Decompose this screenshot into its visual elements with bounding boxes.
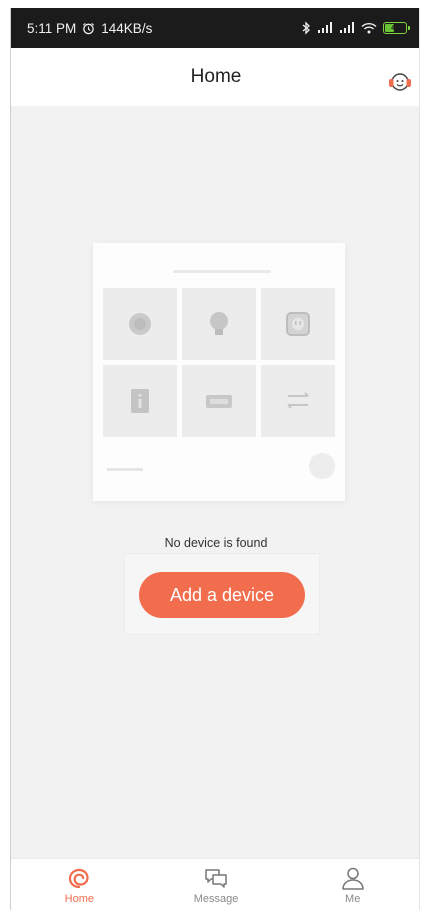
tab-me[interactable]: Me [284, 859, 419, 910]
smart-plug-icon [286, 312, 310, 336]
tab-me-label: Me [345, 893, 361, 905]
device-grid-illustration [103, 288, 335, 437]
illustration-cell [261, 288, 335, 360]
empty-devices-illustration [93, 243, 345, 501]
empty-state-message: No device is found [164, 536, 268, 550]
chat-bubbles-icon [205, 869, 227, 888]
network-speed: 144KB/s [101, 20, 153, 36]
illustration-button-dot [309, 453, 335, 479]
home-content: No device is found Add a device [11, 106, 419, 858]
tab-home-label: Home [64, 893, 94, 905]
illustration-cell [182, 288, 256, 360]
tab-home[interactable]: Home [11, 859, 148, 910]
home-swirl-icon [69, 868, 89, 889]
cellular-signal-icon [340, 22, 354, 33]
app-header: Home [11, 48, 419, 106]
light-bulb-icon [210, 312, 228, 335]
battery-indicator: 48 [383, 22, 410, 34]
cellular-signal-icon [318, 22, 332, 33]
page-title: Home [190, 66, 242, 87]
switch-icon [131, 389, 149, 413]
curtain-icon [287, 392, 309, 409]
status-bar: 5:11 PM 144KB/s 48 [11, 8, 419, 48]
illustration-caption-line [107, 468, 143, 471]
alarm-clock-icon [83, 22, 95, 34]
battery-level: 48 [391, 24, 399, 32]
illustration-cell [182, 365, 256, 437]
phone-screen: 5:11 PM 144KB/s 48 Home No device is fou… [10, 8, 420, 910]
tab-message-label: Message [193, 893, 239, 905]
customer-service-headset-icon[interactable] [387, 69, 413, 95]
status-time: 5:11 PM [27, 20, 77, 36]
illustration-title-line [173, 270, 271, 273]
add-device-container: Add a device [124, 553, 320, 635]
status-bar-right: 48 [302, 21, 410, 35]
illustration-cell [103, 288, 177, 360]
tab-message[interactable]: Message [148, 859, 285, 910]
illustration-cell [103, 365, 177, 437]
add-device-button[interactable]: Add a device [139, 572, 305, 618]
status-bar-left: 5:11 PM 144KB/s [27, 21, 152, 36]
ir-remote-icon [206, 395, 232, 408]
illustration-cell [261, 365, 335, 437]
wifi-icon [361, 22, 377, 34]
bluetooth-icon [302, 21, 310, 35]
bottom-tab-bar: Home Message Me [11, 858, 419, 910]
smart-bulb-icon [129, 313, 151, 335]
person-icon [341, 867, 364, 890]
